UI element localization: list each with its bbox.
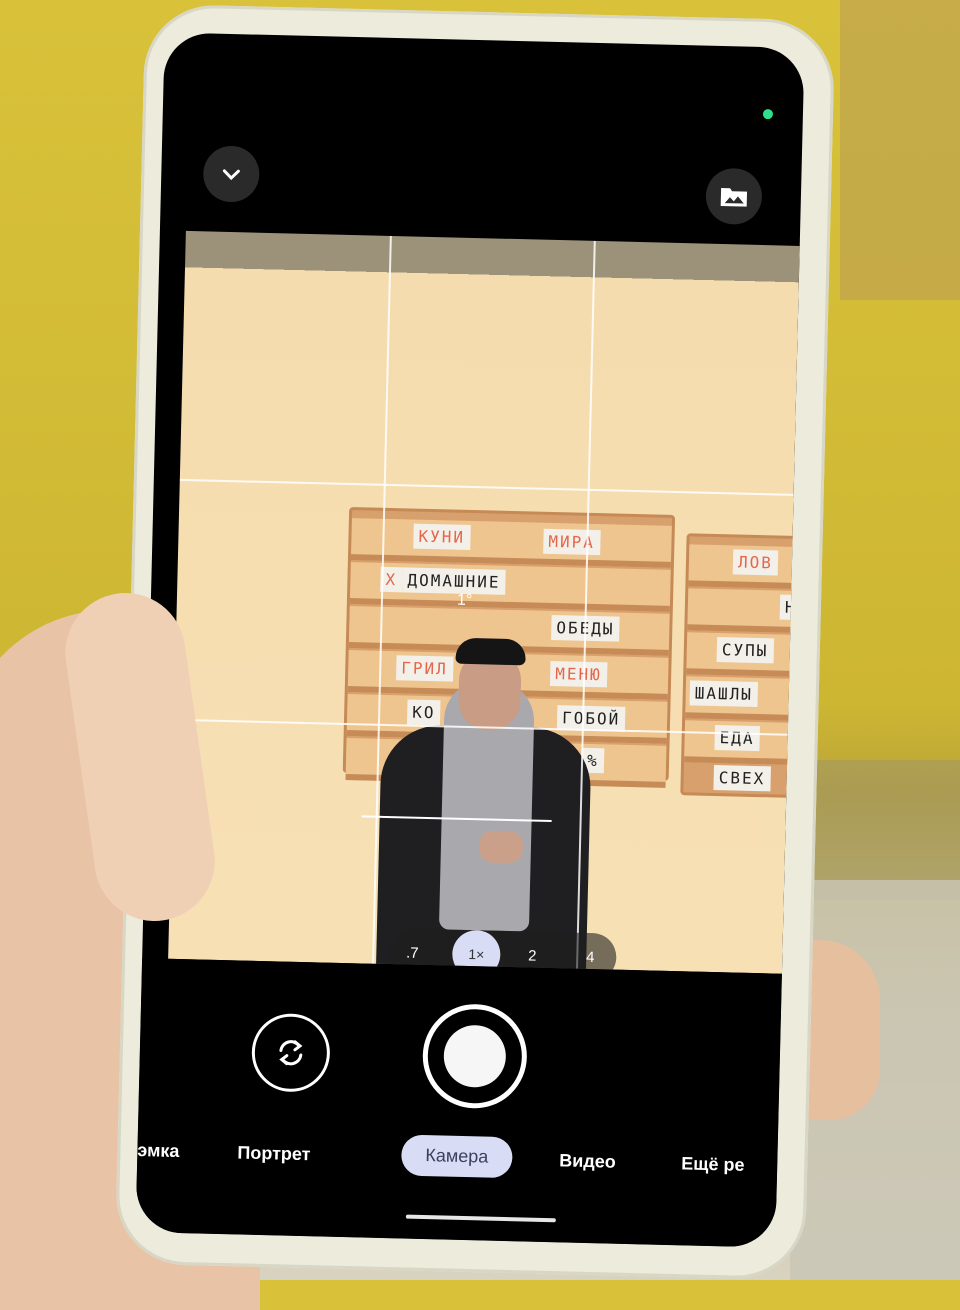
- gallery-button[interactable]: [705, 167, 763, 225]
- mode-tab-portrait[interactable]: Портрет: [237, 1142, 311, 1165]
- switch-camera-button[interactable]: [250, 1012, 331, 1093]
- shutter-button[interactable]: [421, 1002, 529, 1110]
- mode-selector: эмка Портрет Камера Видео Ещё ре: [137, 1128, 778, 1192]
- board-word: ДОМАШНИЕ: [402, 567, 506, 595]
- mode-tab-video[interactable]: Видео: [559, 1150, 616, 1172]
- background-shelf: [840, 0, 960, 300]
- board-word: СУПЫ: [716, 637, 774, 664]
- mode-tab-camera[interactable]: Камера: [400, 1134, 513, 1179]
- gallery-icon: [720, 188, 748, 207]
- camera-controls: эмка Портрет Камера Видео Ещё ре: [135, 958, 782, 1248]
- board-word: СВЕХ: [713, 764, 771, 792]
- camera-switch-icon: [279, 1040, 303, 1066]
- camera-viewfinder[interactable]: КУНИ МИРА Х ДОМАШНИЕ ОБЕДЫ ГРИЛ МЕНЮ КО …: [168, 230, 800, 974]
- status-dot: [762, 109, 774, 120]
- chevron-down-icon: [222, 169, 240, 181]
- home-indicator[interactable]: [405, 1214, 556, 1223]
- person-subject: [375, 628, 604, 974]
- shutter-icon: [443, 1024, 507, 1088]
- board-word: КУНИ: [413, 523, 471, 550]
- board-word: МИРА: [543, 528, 601, 556]
- mode-tab-more[interactable]: Ещё ре: [681, 1153, 745, 1176]
- board-word: ШАШЛЫ: [689, 680, 759, 708]
- level-readout: 1°: [456, 591, 473, 610]
- letter-board-right: ЛОВ Н СУПЫ ШАШЛЫ ЕДА СВЕХ: [680, 533, 800, 799]
- board-word: ЕДА: [714, 725, 760, 752]
- board-word: ЛОВ: [732, 549, 779, 576]
- mode-tab-panorama[interactable]: эмка: [137, 1140, 180, 1162]
- phone-screen: КУНИ МИРА Х ДОМАШНИЕ ОБЕДЫ ГРИЛ МЕНЮ КО …: [135, 32, 805, 1248]
- grid-line-horizontal: [179, 478, 794, 496]
- collapse-button[interactable]: [202, 145, 260, 203]
